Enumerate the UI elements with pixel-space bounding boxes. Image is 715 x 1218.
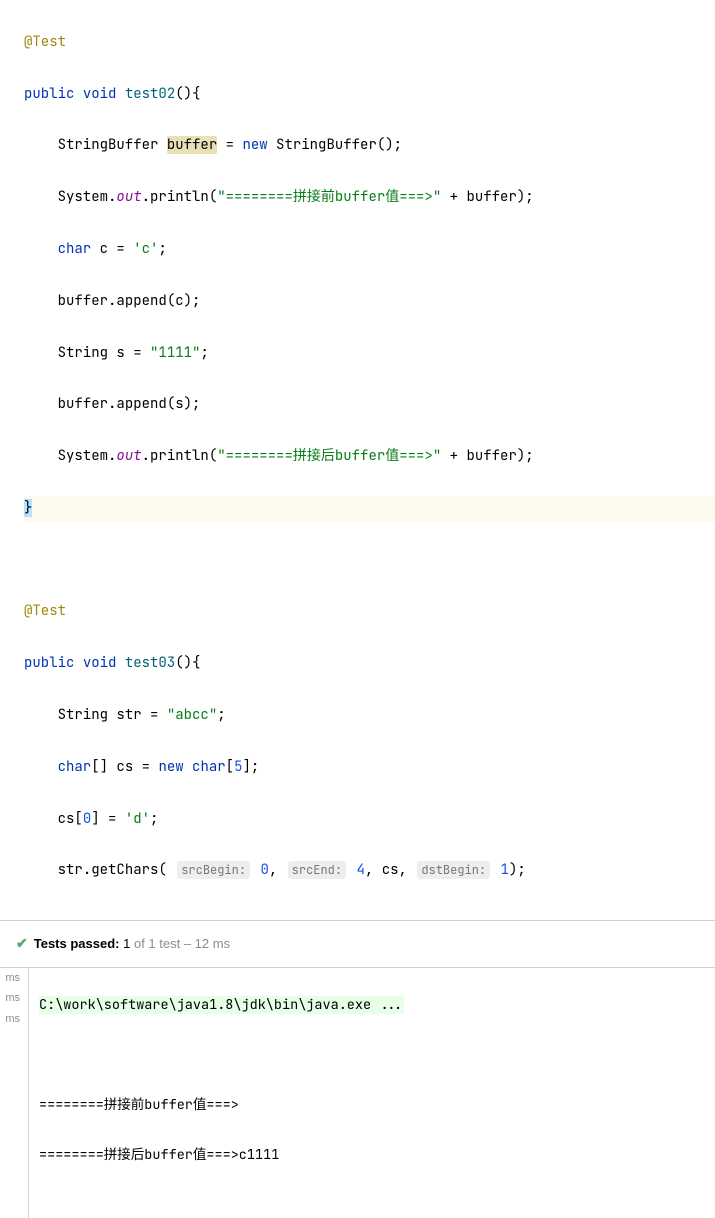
java-command: C:\work\software\java1.8\jdk\bin\java.ex… bbox=[39, 996, 404, 1014]
code-line: StringBuffer buffer = new StringBuffer()… bbox=[24, 133, 715, 159]
code-line: @Test bbox=[24, 30, 715, 56]
code-line: buffer.append(c); bbox=[24, 289, 715, 315]
param-hint-dstbegin: dstBegin: bbox=[417, 861, 490, 879]
code-line: System.out.println("========拼接前buffer值==… bbox=[24, 185, 715, 211]
console-line-blank bbox=[39, 1043, 715, 1068]
code-line: public void test02(){ bbox=[24, 82, 715, 108]
console-line-out: ========拼接前buffer值===> bbox=[39, 1093, 715, 1118]
code-line: char c = 'c'; bbox=[24, 237, 715, 263]
gutter-ms: ms bbox=[0, 1009, 24, 1029]
method-test03: test03 bbox=[125, 654, 175, 672]
code-line: str.getChars( srcBegin: 0, srcEnd: 4, cs… bbox=[24, 858, 715, 884]
console-body: C:\work\software\java1.8\jdk\bin\java.ex… bbox=[28, 968, 715, 1218]
code-line: cs[0] = 'd'; bbox=[24, 807, 715, 833]
code-line: String str = "abcc"; bbox=[24, 703, 715, 729]
closing-brace: } bbox=[24, 499, 32, 517]
method-test02: test02 bbox=[125, 85, 175, 103]
annotation-test: @Test bbox=[24, 33, 66, 51]
current-line-highlight: } bbox=[24, 496, 715, 522]
check-icon: ✔ bbox=[16, 931, 28, 957]
param-hint-srcbegin: srcBegin: bbox=[177, 861, 250, 879]
test-status-bar: ✔ Tests passed: 1 of 1 test – 12 ms bbox=[0, 921, 715, 967]
code-line: String s = "1111"; bbox=[24, 341, 715, 367]
tests-duration: – 12 ms bbox=[184, 936, 230, 951]
code-line: System.out.println("========拼接后buffer值==… bbox=[24, 444, 715, 470]
console-output[interactable]: ms ms ms C:\work\software\java1.8\jdk\bi… bbox=[0, 968, 715, 1218]
code-editor[interactable]: @Test public void test02(){ StringBuffer… bbox=[0, 0, 715, 920]
annotation-test: @Test bbox=[24, 602, 66, 620]
console-line-cmd: C:\work\software\java1.8\jdk\bin\java.ex… bbox=[39, 993, 715, 1018]
tests-total: of 1 test bbox=[134, 936, 180, 951]
code-line: char[] cs = new char[5]; bbox=[24, 755, 715, 781]
code-line: @Test bbox=[24, 599, 715, 625]
var-buffer-decl: buffer bbox=[167, 136, 217, 154]
tests-passed-count: 1 bbox=[123, 936, 130, 951]
code-line: buffer.append(s); bbox=[24, 392, 715, 418]
code-line: public void test03(){ bbox=[24, 651, 715, 677]
tests-passed-label: Tests passed: bbox=[34, 936, 120, 951]
console-gutter: ms ms ms bbox=[0, 968, 24, 1029]
code-line bbox=[24, 548, 715, 574]
param-hint-srcend: srcEnd: bbox=[288, 861, 346, 879]
console-line-out: ========拼接后buffer值===>c1111 bbox=[39, 1143, 715, 1168]
gutter-ms: ms bbox=[0, 988, 24, 1008]
gutter-ms: ms bbox=[0, 968, 24, 988]
